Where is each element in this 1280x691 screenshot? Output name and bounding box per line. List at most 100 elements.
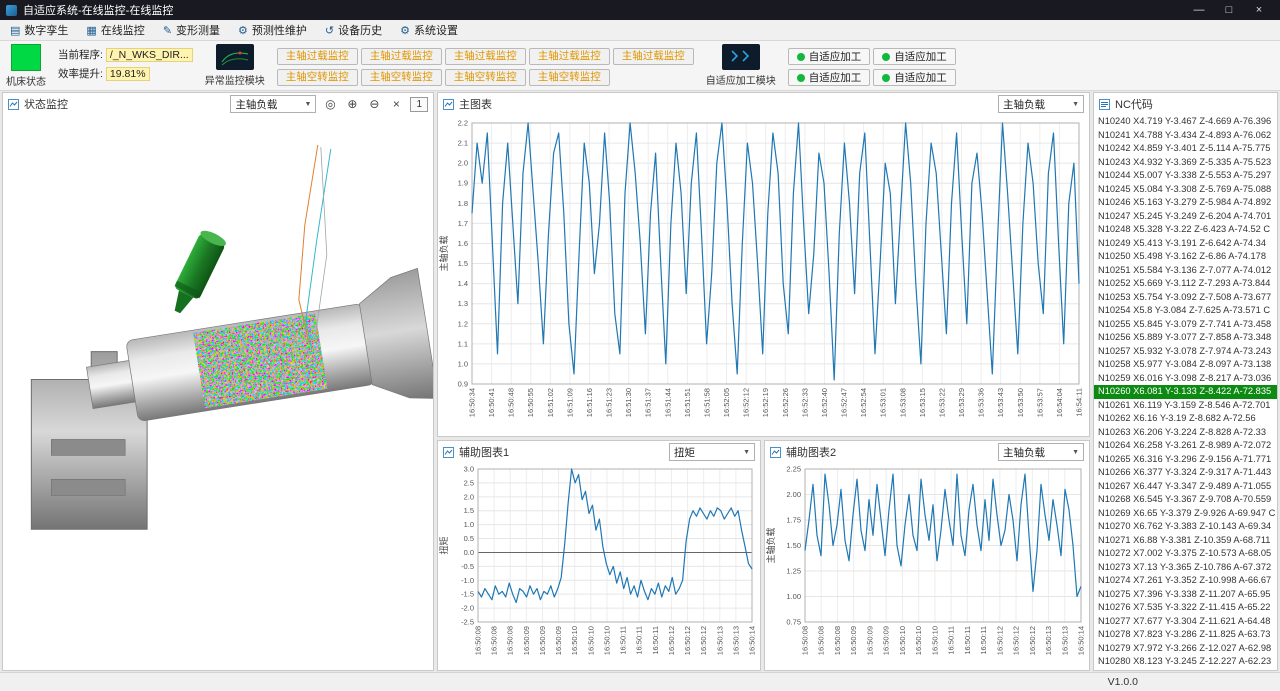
zoom-level-indicator[interactable]: 1 <box>410 97 428 112</box>
aux1-signal-dropdown[interactable]: 扭矩 ▼ <box>669 443 755 461</box>
nc-line[interactable]: N10263 X6.206 Y-3.224 Z-8.828 A-72.33 <box>1094 426 1277 440</box>
nc-line[interactable]: N10246 X5.163 Y-3.279 Z-5.984 A-74.892 <box>1094 196 1277 210</box>
adaptive-machining-button-4[interactable]: 自适应加工 <box>873 69 956 86</box>
nc-line[interactable]: N10240 X4.719 Y-3.467 Z-4.669 A-76.396 <box>1094 115 1277 129</box>
overload-monitor-button-4[interactable]: 主轴过载监控 <box>529 48 610 65</box>
digital-twin-icon: ▤ <box>10 24 20 37</box>
menu-item-digital-twin[interactable]: ▤ 数字孪生 <box>10 22 68 38</box>
nc-line[interactable]: N10250 X5.498 Y-3.162 Z-6.86 A-74.178 <box>1094 250 1277 264</box>
svg-text:0.5: 0.5 <box>464 534 474 543</box>
nc-line[interactable]: N10268 X6.545 Y-3.367 Z-9.708 A-70.559 <box>1094 493 1277 507</box>
nc-line[interactable]: N10260 X6.081 Y-3.133 Z-8.422 A-72.835 <box>1094 385 1277 399</box>
nc-line[interactable]: N10256 X5.889 Y-3.077 Z-7.858 A-73.348 <box>1094 331 1277 345</box>
adaptive-machining-button-1[interactable]: 自适应加工 <box>788 48 871 65</box>
overload-monitor-button-1[interactable]: 主轴过载监控 <box>277 48 358 65</box>
nc-line[interactable]: N10257 X5.932 Y-3.078 Z-7.974 A-73.243 <box>1094 345 1277 359</box>
program-value: /_N_WKS_DIR... <box>106 48 193 62</box>
chart-icon <box>770 447 781 458</box>
nc-line[interactable]: N10255 X5.845 Y-3.079 Z-7.741 A-73.458 <box>1094 318 1277 332</box>
nc-line[interactable]: N10270 X6.762 Y-3.383 Z-10.143 A-69.34 <box>1094 520 1277 534</box>
nc-line[interactable]: N10265 X6.316 Y-3.296 Z-9.156 A-71.771 <box>1094 453 1277 467</box>
overload-monitor-button-5[interactable]: 主轴过载监控 <box>613 48 694 65</box>
nc-line[interactable]: N10264 X6.258 Y-3.261 Z-8.989 A-72.072 <box>1094 439 1277 453</box>
svg-text:16:52:54: 16:52:54 <box>859 388 868 417</box>
nc-line[interactable]: N10276 X7.535 Y-3.322 Z-11.415 A-65.22 <box>1094 601 1277 615</box>
aux2-chart-area: 16:50:0816:50:0816:50:0816:50:0916:50:09… <box>765 463 1089 670</box>
svg-text:16:50:34: 16:50:34 <box>468 388 477 417</box>
nc-line[interactable]: N10280 X8.123 Y-3.245 Z-12.227 A-62.23 <box>1094 655 1277 669</box>
abnormal-module-block: 异常监控模块 <box>205 44 265 87</box>
minimize-button[interactable]: — <box>1184 4 1214 16</box>
nc-line[interactable]: N10262 X6.16 Y-3.19 Z-8.682 A-72.56 <box>1094 412 1277 426</box>
panel-title: NC代码 <box>1115 96 1153 112</box>
close-button[interactable]: × <box>1244 4 1274 16</box>
svg-text:16:50:41: 16:50:41 <box>487 388 496 417</box>
svg-text:16:50:12: 16:50:12 <box>995 626 1004 655</box>
nc-line[interactable]: N10252 X5.669 Y-3.112 Z-7.293 A-73.844 <box>1094 277 1277 291</box>
nc-line[interactable]: N10242 X4.859 Y-3.401 Z-5.114 A-75.775 <box>1094 142 1277 156</box>
nc-line[interactable]: N10266 X6.377 Y-3.324 Z-9.317 A-71.443 <box>1094 466 1277 480</box>
adaptive-machining-button-3[interactable]: 自适应加工 <box>788 69 871 86</box>
nc-line[interactable]: N10272 X7.002 Y-3.375 Z-10.573 A-68.05 <box>1094 547 1277 561</box>
main-chart-signal-dropdown[interactable]: 主轴负载 ▼ <box>998 95 1084 113</box>
chart-icon <box>8 99 19 110</box>
overload-monitor-button-2[interactable]: 主轴过载监控 <box>361 48 442 65</box>
overload-monitor-button-3[interactable]: 主轴过载监控 <box>445 48 526 65</box>
svg-text:1.2: 1.2 <box>458 319 468 328</box>
svg-text:16:50:08: 16:50:08 <box>833 626 842 655</box>
main-chart-panel: 主图表 主轴负载 ▼ 16:50:3416:50:4116:50:4816:50… <box>437 92 1090 437</box>
nc-line[interactable]: N10277 X7.677 Y-3.304 Z-11.621 A-64.48 <box>1094 615 1277 629</box>
idle-monitor-button-1[interactable]: 主轴空转监控 <box>277 69 358 86</box>
nc-line[interactable]: N10258 X5.977 Y-3.084 Z-8.097 A-73.138 <box>1094 358 1277 372</box>
nc-line[interactable]: N10243 X4.932 Y-3.369 Z-5.335 A-75.523 <box>1094 156 1277 170</box>
nc-line[interactable]: N10245 X5.084 Y-3.308 Z-5.769 A-75.088 <box>1094 183 1277 197</box>
nc-line[interactable]: N10278 X7.823 Y-3.286 Z-11.825 A-63.73 <box>1094 628 1277 642</box>
main-chart-area: 16:50:3416:50:4116:50:4816:50:5516:51:02… <box>438 115 1089 436</box>
svg-text:16:50:10: 16:50:10 <box>570 626 579 655</box>
menu-label: 预测性维护 <box>252 22 307 38</box>
idle-monitor-button-2[interactable]: 主轴空转监控 <box>361 69 442 86</box>
nc-line[interactable]: N10259 X6.016 Y-3.098 Z-8.217 A-73.036 <box>1094 372 1277 386</box>
nc-line[interactable]: N10248 X5.328 Y-3.22 Z-6.423 A-74.52 C <box>1094 223 1277 237</box>
svg-text:2.5: 2.5 <box>464 478 474 487</box>
nc-line[interactable]: N10275 X7.396 Y-3.338 Z-11.207 A-65.95 <box>1094 588 1277 602</box>
svg-text:2.25: 2.25 <box>786 465 801 474</box>
svg-text:16:52:40: 16:52:40 <box>820 388 829 417</box>
nc-line[interactable]: N10267 X6.447 Y-3.347 Z-9.489 A-71.055 <box>1094 480 1277 494</box>
menu-item-predictive-maintenance[interactable]: ⚙ 预测性维护 <box>238 22 307 38</box>
zoom-out-icon[interactable]: ⊖ <box>366 97 382 111</box>
nc-line[interactable]: N10253 X5.754 Y-3.092 Z-7.508 A-73.677 <box>1094 291 1277 305</box>
adaptive-machining-button-2[interactable]: 自适应加工 <box>873 48 956 65</box>
nc-line[interactable]: N10271 X6.88 Y-3.381 Z-10.359 A-68.711 <box>1094 534 1277 548</box>
machine-3d-viewport[interactable] <box>3 115 433 670</box>
nc-line[interactable]: N10247 X5.245 Y-3.249 Z-6.204 A-74.701 <box>1094 210 1277 224</box>
signal-select-dropdown[interactable]: 主轴负载 ▼ <box>230 95 316 113</box>
nc-line[interactable]: N10279 X7.972 Y-3.266 Z-12.027 A-62.98 <box>1094 642 1277 656</box>
history-icon: ↺ <box>325 24 334 37</box>
nc-line[interactable]: N10269 X6.65 Y-3.379 Z-9.926 A-69.947 C <box>1094 507 1277 521</box>
zoom-in-icon[interactable]: ⊕ <box>344 97 360 111</box>
nc-line[interactable]: N10261 X6.119 Y-3.159 Z-8.546 A-72.701 <box>1094 399 1277 413</box>
nc-line[interactable]: N10251 X5.584 Y-3.136 Z-7.077 A-74.012 <box>1094 264 1277 278</box>
spindle-load-chart: 16:50:3416:50:4116:50:4816:50:5516:51:02… <box>438 115 1089 436</box>
nc-line[interactable]: N10274 X7.261 Y-3.352 Z-10.998 A-66.67 <box>1094 574 1277 588</box>
nc-line[interactable]: N10254 X5.8 Y-3.084 Z-7.625 A-73.571 C <box>1094 304 1277 318</box>
aux2-signal-dropdown[interactable]: 主轴负载 ▼ <box>998 443 1084 461</box>
maximize-button[interactable]: □ <box>1214 4 1244 16</box>
idle-monitor-button-3[interactable]: 主轴空转监控 <box>445 69 526 86</box>
nc-line[interactable]: N10241 X4.788 Y-3.434 Z-4.893 A-76.062 <box>1094 129 1277 143</box>
nc-line[interactable]: N10273 X7.13 Y-3.365 Z-10.786 A-67.372 <box>1094 561 1277 575</box>
idle-monitor-button-4[interactable]: 主轴空转监控 <box>529 69 610 86</box>
svg-text:16:50:08: 16:50:08 <box>474 626 483 655</box>
pan-icon[interactable]: ◎ <box>322 97 338 111</box>
svg-text:16:51:16: 16:51:16 <box>585 388 594 417</box>
menu-item-system-settings[interactable]: ⚙ 系统设置 <box>400 22 458 38</box>
nc-line[interactable]: N10249 X5.413 Y-3.191 Z-6.642 A-74.34 <box>1094 237 1277 251</box>
nc-line[interactable]: N10244 X5.007 Y-3.338 Z-5.553 A-75.297 <box>1094 169 1277 183</box>
menu-item-deform-measure[interactable]: ✎ 变形测量 <box>163 22 220 38</box>
svg-text:16:50:13: 16:50:13 <box>1060 626 1069 655</box>
menu-item-device-history[interactable]: ↺ 设备历史 <box>325 22 382 38</box>
menu-item-online-monitor[interactable]: ▦ 在线监控 <box>86 22 144 38</box>
svg-text:1.00: 1.00 <box>786 592 801 601</box>
close-view-icon[interactable]: × <box>388 97 404 111</box>
